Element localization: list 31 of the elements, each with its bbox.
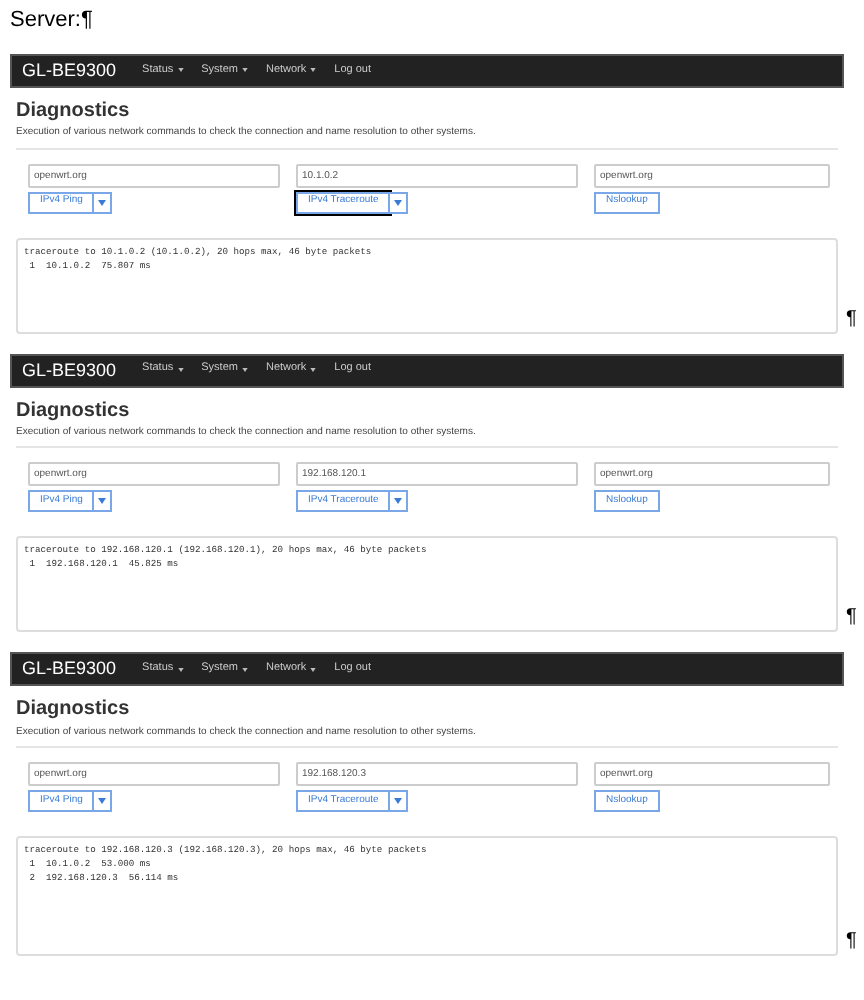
caret-icon [177,68,184,73]
section-heading: Server:¶ [8,6,95,36]
caret-icon [394,199,403,205]
caret-icon [241,368,248,372]
brand-title[interactable]: GL-BE9300 [22,61,117,80]
pilcrow-mark: ¶ [846,932,857,952]
caret-icon [310,667,317,672]
caret-icon [394,798,403,804]
page-title: Diagnostics [16,698,132,724]
dropdown-toggle-button[interactable] [390,790,409,812]
caret-icon [98,498,107,505]
brand-title[interactable]: GL-BE9300 [22,361,117,379]
pilcrow-mark: ¶ [846,608,857,629]
caret-icon [394,498,403,505]
caret-icon [241,667,248,672]
caret-icon [310,68,317,73]
caret-icon [310,368,317,372]
dropdown-toggle-button[interactable] [94,191,113,213]
page-title: Diagnostics [16,99,132,125]
caret-icon [177,667,184,672]
caret-icon [177,368,184,372]
caret-icon [98,798,107,804]
dropdown-toggle-button[interactable] [94,490,113,513]
page-title: Diagnostics [16,399,132,424]
dropdown-toggle-button[interactable] [390,191,409,213]
pilcrow-mark: ¶ [846,309,857,329]
caret-icon [98,199,107,205]
dropdown-toggle-button[interactable] [94,790,113,812]
brand-title[interactable]: GL-BE9300 [22,660,117,679]
caret-icon [241,68,248,73]
dropdown-toggle-button[interactable] [390,490,409,513]
